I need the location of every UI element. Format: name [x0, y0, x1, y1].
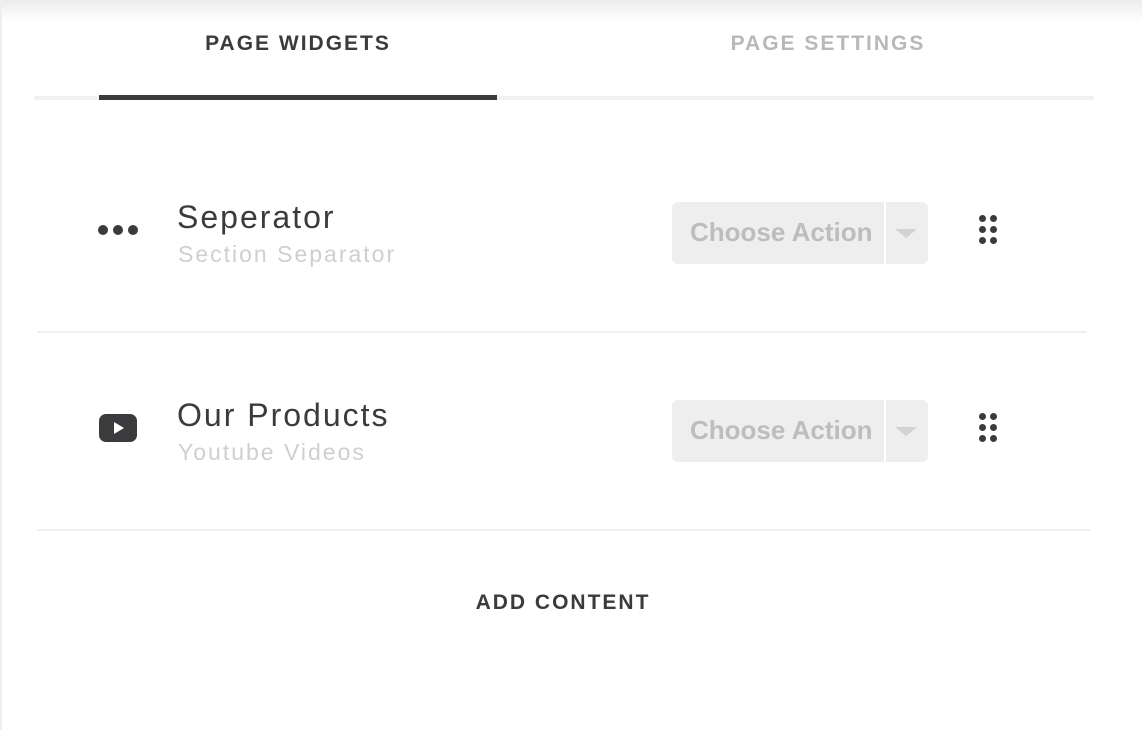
row-divider — [37, 529, 1090, 531]
widget-title: Our Products — [177, 397, 390, 433]
select-divider — [884, 400, 886, 462]
widget-title: Seperator — [177, 199, 336, 235]
tab-page-settings[interactable]: PAGE SETTINGS — [629, 32, 1027, 62]
caret-down-icon — [895, 229, 917, 238]
add-content-button[interactable]: ADD CONTENT — [442, 591, 684, 621]
drag-handle-icon[interactable] — [979, 215, 997, 245]
active-tab-indicator — [99, 95, 497, 100]
select-divider — [884, 202, 886, 264]
tab-page-widgets[interactable]: PAGE WIDGETS — [99, 32, 497, 62]
row-divider — [37, 331, 1087, 333]
top-shadow — [2, 0, 1142, 22]
choose-action-label: Choose Action — [690, 415, 873, 445]
ellipsis-icon — [98, 225, 140, 237]
choose-action-select[interactable]: Choose Action — [672, 202, 928, 264]
widget-subtitle: Section Separator — [178, 241, 397, 267]
youtube-icon — [98, 413, 138, 443]
widget-row-our-products: Our Products Youtube Videos Choose Actio… — [2, 373, 1142, 483]
widget-row-separator: Seperator Section Separator Choose Actio… — [2, 175, 1142, 285]
choose-action-select[interactable]: Choose Action — [672, 400, 928, 462]
caret-down-icon — [895, 427, 917, 436]
widget-subtitle: Youtube Videos — [178, 439, 366, 465]
drag-handle-icon[interactable] — [979, 413, 997, 443]
choose-action-label: Choose Action — [690, 217, 873, 247]
page-widgets-panel: PAGE WIDGETS PAGE SETTINGS Seperator Sec… — [0, 0, 1142, 730]
